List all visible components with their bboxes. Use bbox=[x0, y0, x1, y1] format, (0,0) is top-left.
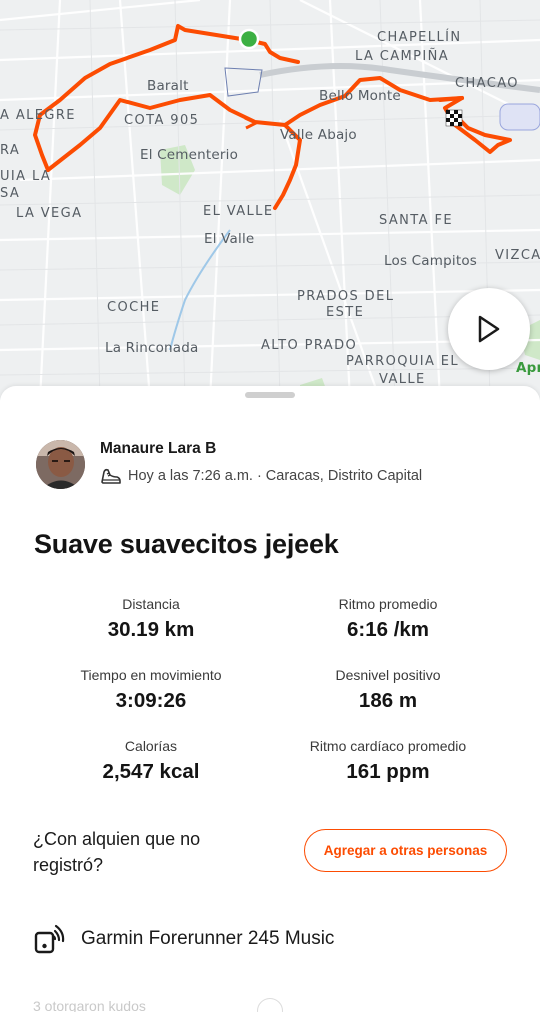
stat-value: 6:16 /km bbox=[346, 618, 430, 641]
map-label-la-vega: LA VEGA bbox=[16, 206, 83, 221]
route-map[interactable]: CHAPELLÍN LA CAMPIÑA CHACAO Baralt Bello… bbox=[0, 0, 540, 400]
map-label-alto-prado: ALTO PRADO bbox=[261, 338, 358, 353]
map-label-chapellin: CHAPELLÍN bbox=[377, 30, 462, 45]
stat-label: Tiempo en movimiento bbox=[80, 667, 222, 683]
map-label-santa-fe: SANTA FE bbox=[379, 213, 453, 228]
running-shoe-icon bbox=[101, 468, 121, 484]
stat-avg-heart-rate: Ritmo cardíaco promedio 161 ppm bbox=[268, 738, 508, 784]
avatar[interactable] bbox=[36, 440, 85, 489]
stat-label: Desnivel positivo bbox=[335, 667, 441, 683]
play-icon bbox=[478, 315, 500, 343]
stat-calories: Calorías 2,547 kcal bbox=[31, 738, 271, 784]
finish-flag-icon bbox=[445, 109, 463, 127]
stat-value: 161 ppm bbox=[346, 760, 430, 783]
stat-value: 2,547 kcal bbox=[102, 760, 200, 783]
map-label-uia-la: UIA LA bbox=[0, 169, 52, 184]
stat-distance: Distancia 30.19 km bbox=[31, 596, 271, 642]
map-label-los-campitos: Los Campitos bbox=[384, 253, 478, 269]
map-label-cota-905: COTA 905 bbox=[124, 113, 200, 128]
avatar-image bbox=[36, 440, 85, 489]
map-label-el-cementerio: El Cementerio bbox=[140, 147, 239, 163]
add-others-button[interactable]: Agregar a otras personas bbox=[304, 829, 507, 872]
map-label-el-valle-caps: EL VALLE bbox=[203, 204, 274, 219]
start-marker bbox=[238, 28, 260, 50]
stat-elevation-gain: Desnivel positivo 186 m bbox=[268, 667, 508, 713]
missing-athletes-prompt: ¿Con alquien que no registró? bbox=[33, 829, 201, 875]
stat-label: Ritmo promedio bbox=[338, 596, 438, 612]
stat-avg-pace: Ritmo promedio 6:16 /km bbox=[268, 596, 508, 642]
map-label-la-campina: LA CAMPIÑA bbox=[355, 49, 450, 64]
map-label-alegre: A ALEGRE bbox=[0, 108, 76, 123]
activity-datetime-location: Hoy a las 7:26 a.m. · Caracas, Distrito … bbox=[128, 468, 423, 484]
map-label-ra: RA bbox=[0, 143, 21, 158]
map-label-el-valle: El Valle bbox=[204, 231, 255, 247]
stat-label: Ritmo cardíaco promedio bbox=[309, 738, 467, 754]
map-label-apr: Apr bbox=[516, 360, 540, 376]
activity-title: Suave suavecitos jejeek bbox=[34, 529, 339, 559]
map-label-baralt: Baralt bbox=[147, 78, 189, 94]
stat-label: Distancia bbox=[122, 596, 180, 612]
map-label-este: ESTE bbox=[326, 305, 365, 320]
stat-label: Calorías bbox=[124, 738, 178, 754]
kudos-avatar[interactable] bbox=[257, 998, 283, 1012]
stat-value: 30.19 km bbox=[107, 618, 195, 641]
map-label-valle-abajo: Valle Abajo bbox=[280, 127, 357, 143]
watch-icon bbox=[34, 924, 65, 954]
map-label-parroquia-el: PARROQUIA EL bbox=[346, 354, 460, 369]
device-row[interactable]: Garmin Forerunner 245 Music bbox=[33, 922, 334, 956]
map-label-prados-del: PRADOS DEL bbox=[297, 289, 395, 304]
sheet-drag-handle[interactable] bbox=[245, 392, 295, 398]
map-label-la-rinconada: La Rinconada bbox=[105, 340, 199, 356]
map-label-chacao: CHACAO bbox=[455, 76, 519, 91]
athlete-name[interactable]: Manaure Lara B bbox=[100, 440, 216, 458]
map-label-vizca: VIZCA bbox=[495, 248, 540, 263]
activity-sheet: Manaure Lara B Hoy a las 7:26 a.m. · Car… bbox=[0, 386, 540, 1012]
activity-meta: Hoy a las 7:26 a.m. · Caracas, Distrito … bbox=[100, 466, 422, 486]
device-name: Garmin Forerunner 245 Music bbox=[81, 928, 335, 949]
map-label-bello-monte: Bello Monte bbox=[319, 88, 401, 104]
map-label-coche: COCHE bbox=[107, 300, 161, 315]
map-label-valle: VALLE bbox=[379, 372, 426, 387]
play-flyover-button[interactable] bbox=[448, 288, 530, 370]
stat-moving-time: Tiempo en movimiento 3:09:26 bbox=[31, 667, 271, 713]
stat-value: 3:09:26 bbox=[115, 689, 187, 712]
kudos-count[interactable]: 3 otorgaron kudos bbox=[33, 998, 146, 1012]
stat-value: 186 m bbox=[358, 689, 418, 712]
map-label-sa: SA bbox=[0, 186, 21, 201]
